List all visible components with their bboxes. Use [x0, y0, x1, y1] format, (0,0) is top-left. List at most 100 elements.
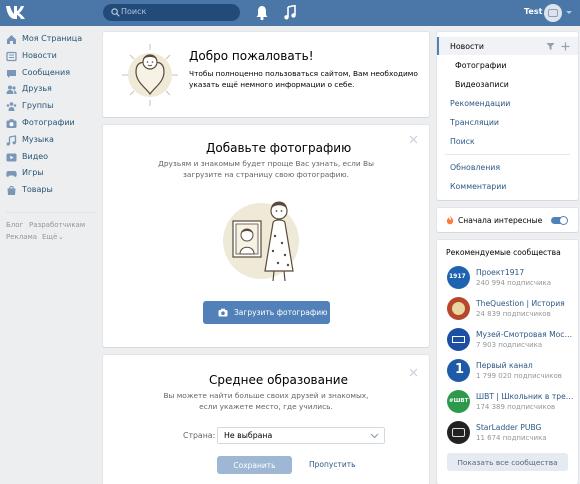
nav-item-friends[interactable]: Друзья	[0, 81, 100, 98]
interesting-switch[interactable]	[551, 216, 568, 225]
nav-item-music[interactable]: Музыка	[0, 132, 100, 149]
right-menu	[437, 32, 578, 200]
education-title: Среднее образование	[209, 373, 348, 387]
add-photo-title: Добавьте фотографию	[206, 141, 352, 155]
community-subscribers: 11 674 подписчика	[476, 434, 547, 442]
market-icon	[7, 186, 16, 196]
nav-item-market[interactable]: Товары	[0, 182, 100, 199]
search-box[interactable]: Поиск	[103, 4, 240, 21]
close-icon[interactable]	[409, 135, 418, 144]
groups-icon	[6, 102, 17, 112]
community-name: StarLadder PUBG	[476, 423, 542, 432]
add-icon[interactable]	[561, 42, 570, 51]
nav-label: Сообщения	[22, 67, 71, 77]
nav-label: Друзья	[22, 84, 52, 94]
country-value: Не выбрана	[224, 431, 273, 440]
save-label: Сохранить	[233, 461, 276, 470]
right-menu-divider	[445, 154, 570, 155]
bell-icon[interactable]	[255, 5, 269, 21]
community-avatar	[447, 421, 470, 444]
close-icon[interactable]	[409, 368, 418, 377]
community-item[interactable]: 1 Первый канал 1 799 020 подписчиков	[447, 359, 571, 385]
community-avatar: #ШВТ	[447, 390, 470, 413]
nav-label: Новости	[22, 50, 57, 60]
active-indicator	[437, 37, 439, 55]
add-photo-card: Добавьте фотографию Друзьям и знакомым б…	[103, 125, 429, 347]
nav-label: Видео	[22, 151, 49, 161]
upload-photo-label: Загрузить фотографию	[234, 308, 328, 317]
right-menu-item-news[interactable]: Новости	[450, 42, 484, 51]
skip-link[interactable]: Пропустить	[309, 460, 356, 469]
save-button[interactable]: Сохранить	[217, 456, 292, 474]
community-name: Музей-Смотровая Моск...	[476, 330, 574, 339]
community-subscribers: 174 389 подписчиков	[476, 403, 556, 411]
interesting-toggle-card: Сначала интересные	[437, 208, 578, 232]
community-item[interactable]: StarLadder PUBG 11 674 подписчика	[447, 421, 571, 447]
show-all-communities-button[interactable]: Показать все сообщества	[447, 453, 568, 471]
right-menu-item-photos[interactable]: Фотографии	[455, 61, 506, 70]
community-item[interactable]: Музей-Смотровая Моск... 7 903 подписчика	[447, 328, 574, 354]
flame-icon	[446, 215, 454, 225]
right-menu-item-videos[interactable]: Видеозаписи	[455, 80, 509, 89]
community-name: Первый канал	[476, 361, 533, 370]
interesting-label: Сначала интересные	[458, 216, 543, 225]
chevron-down-icon[interactable]	[566, 11, 572, 14]
community-subscribers: 24 839 подписчиков	[476, 310, 551, 318]
music-icon	[6, 135, 17, 146]
user-name[interactable]: Test	[524, 7, 542, 16]
community-avatar: 1917	[447, 266, 470, 289]
camera-icon	[548, 9, 558, 17]
switch-knob	[559, 216, 568, 225]
right-menu-item-search[interactable]: Поиск	[450, 137, 475, 146]
nav-item-my-page[interactable]: Моя Страница	[0, 31, 100, 48]
right-menu-item-recommendations[interactable]: Рекомендации	[450, 99, 510, 108]
search-input[interactable]: Поиск	[121, 7, 146, 16]
community-subscribers: 7 903 подписчика	[476, 341, 543, 349]
home-icon	[7, 35, 16, 44]
top-bar: Поиск Test	[0, 0, 580, 26]
nav-item-messages[interactable]: Сообщения	[0, 65, 100, 82]
welcome-card: Добро пожаловать! Чтобы полноценно польз…	[103, 32, 429, 117]
nav-item-photos[interactable]: Фотографии	[0, 115, 100, 132]
country-select[interactable]: Не выбрана	[217, 427, 385, 444]
photo-illustration-icon	[223, 201, 299, 282]
footer-link-blog[interactable]: Блог	[6, 221, 23, 229]
nav-item-news[interactable]: Новости	[0, 48, 100, 65]
avatar[interactable]	[544, 4, 562, 22]
community-item[interactable]: 1917 Проект1917 240 994 подписчика	[447, 266, 571, 292]
welcome-text: Чтобы полноценно пользоваться сайтом, Ва…	[189, 69, 418, 89]
upload-photo-button[interactable]: Загрузить фотографию	[203, 301, 330, 324]
footer-link-more[interactable]: Ещё	[42, 233, 57, 241]
community-item[interactable]: TheQuestion | История 24 839 подписчиков	[447, 297, 571, 323]
community-name: TheQuestion | История	[476, 299, 565, 308]
show-all-label: Показать все сообщества	[457, 458, 558, 467]
nav-item-games[interactable]: Игры	[0, 165, 100, 182]
chevron-down-icon	[370, 433, 379, 439]
right-menu-item-updates[interactable]: Обновления	[450, 163, 500, 172]
community-subscribers: 240 994 подписчика	[476, 279, 552, 287]
filter-icon[interactable]	[546, 42, 555, 51]
search-icon	[111, 8, 120, 17]
community-avatar: 1	[447, 359, 470, 382]
music-note-icon[interactable]	[284, 5, 296, 20]
right-menu-item-broadcasts[interactable]: Трансляции	[450, 118, 499, 127]
camera-icon	[218, 308, 228, 317]
community-subscribers: 1 799 020 подписчиков	[476, 372, 562, 380]
chevron-down-icon[interactable]: ⌄	[58, 233, 64, 241]
education-card: Среднее образование Вы можете найти боль…	[103, 355, 429, 484]
video-icon	[6, 153, 17, 162]
nav-label: Моя Страница	[22, 34, 83, 43]
welcome-illustration-icon	[122, 44, 178, 106]
nav-item-video[interactable]: Видео	[0, 149, 100, 166]
nav-item-groups[interactable]: Группы	[0, 98, 100, 115]
community-item[interactable]: #ШВТ ШВТ | Школьник в тренде 174 389 под…	[447, 390, 574, 416]
footer-link-ads[interactable]: Реклама	[6, 233, 37, 241]
country-label: Страна:	[183, 431, 216, 440]
games-icon	[6, 171, 17, 178]
footer-link-developers[interactable]: Разработчикам	[29, 221, 85, 229]
messages-icon	[7, 69, 16, 78]
education-text: Вы можете найти больше своих друзей и зн…	[163, 391, 369, 411]
community-name: ШВТ | Школьник в тренде	[476, 392, 574, 401]
vk-logo-icon[interactable]	[4, 2, 28, 22]
right-menu-item-comments[interactable]: Комментарии	[450, 182, 506, 191]
